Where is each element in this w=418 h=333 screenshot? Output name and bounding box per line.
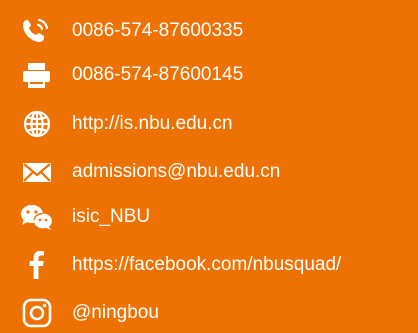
globe-icon (18, 109, 56, 139)
contact-row-instagram: @ningbou (0, 293, 418, 333)
facebook-link[interactable]: https://facebook.com/nbusquad/ (72, 245, 341, 285)
fax-icon (18, 60, 56, 90)
wechat-id[interactable]: isic_NBU (72, 197, 150, 237)
contact-row-phone: 0086-574-87600335 (0, 11, 418, 51)
fax-number[interactable]: 0086-574-87600145 (72, 55, 243, 95)
website-link[interactable]: http://is.nbu.edu.cn (72, 104, 233, 144)
instagram-icon (18, 298, 56, 328)
phone-number[interactable]: 0086-574-87600335 (72, 11, 243, 51)
wechat-icon (18, 202, 56, 232)
contact-row-fax: 0086-574-87600145 (0, 55, 418, 95)
contact-row-facebook: https://facebook.com/nbusquad/ (0, 245, 418, 285)
email-icon (18, 157, 56, 187)
email-link[interactable]: admissions@nbu.edu.cn (72, 152, 280, 192)
contact-row-email: admissions@nbu.edu.cn (0, 152, 418, 192)
instagram-handle[interactable]: @ningbou (72, 293, 159, 333)
phone-icon (18, 16, 56, 46)
contact-list: 0086-574-87600335 0086-574-87600145 http… (0, 0, 418, 333)
contact-row-website: http://is.nbu.edu.cn (0, 104, 418, 144)
facebook-icon (18, 250, 56, 280)
contact-row-wechat: isic_NBU (0, 197, 418, 237)
